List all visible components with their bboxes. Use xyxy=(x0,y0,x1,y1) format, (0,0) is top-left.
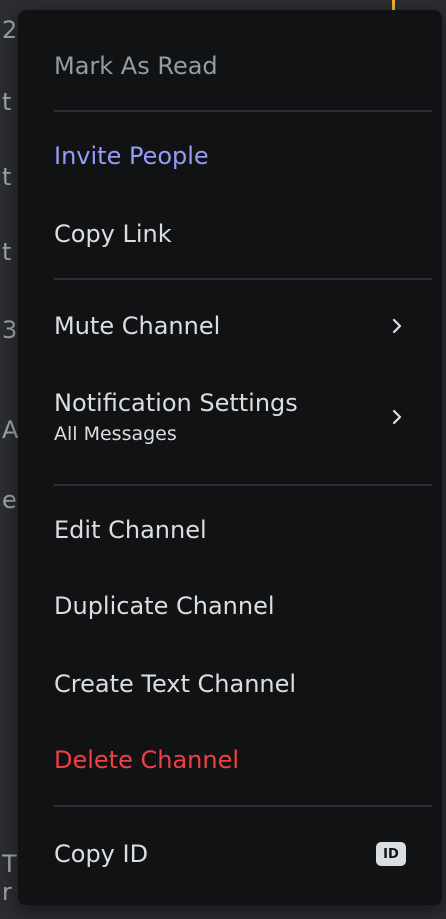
menu-item-text: Notification Settings All Messages xyxy=(54,389,298,445)
menu-item-label: Create Text Channel xyxy=(54,670,297,698)
menu-item-label: Mark As Read xyxy=(54,52,218,80)
id-badge-icon: ID xyxy=(376,842,406,866)
create-text-channel-item[interactable]: Create Text Channel xyxy=(36,652,424,716)
menu-item-label: Delete Channel xyxy=(54,746,240,774)
menu-separator xyxy=(54,278,432,280)
menu-item-label: Invite People xyxy=(54,142,209,170)
menu-item-label: Mute Channel xyxy=(54,312,221,340)
chevron-right-icon xyxy=(388,317,406,335)
notification-settings-item[interactable]: Notification Settings All Messages xyxy=(36,374,424,460)
background-text: T xyxy=(2,850,17,878)
menu-item-sublabel: All Messages xyxy=(54,423,177,445)
background-text: r xyxy=(2,878,12,906)
background-text: t xyxy=(2,88,12,116)
mark-as-read-item[interactable]: Mark As Read xyxy=(36,34,424,98)
background-text: 2 xyxy=(2,16,18,44)
duplicate-channel-item[interactable]: Duplicate Channel xyxy=(36,574,424,638)
background-text: e xyxy=(2,486,17,514)
menu-item-label: Edit Channel xyxy=(54,516,207,544)
menu-item-label: Notification Settings xyxy=(54,389,298,417)
invite-people-item[interactable]: Invite People xyxy=(36,124,424,188)
channel-context-menu: Mark As Read Invite People Copy Link Mut… xyxy=(18,10,442,905)
mute-channel-item[interactable]: Mute Channel xyxy=(36,294,424,358)
background-text: t xyxy=(2,163,12,191)
menu-separator xyxy=(54,805,432,807)
menu-item-label: Copy Link xyxy=(54,220,172,248)
edit-channel-item[interactable]: Edit Channel xyxy=(36,498,424,562)
delete-channel-item[interactable]: Delete Channel xyxy=(36,728,424,792)
menu-separator xyxy=(54,484,432,486)
copy-link-item[interactable]: Copy Link xyxy=(36,202,424,266)
chevron-right-icon xyxy=(388,408,406,426)
menu-item-label: Duplicate Channel xyxy=(54,592,275,620)
background-text: A xyxy=(2,416,19,444)
menu-separator xyxy=(54,110,432,112)
copy-id-item[interactable]: Copy ID ID xyxy=(36,822,424,886)
background-text: 3 xyxy=(2,316,18,344)
menu-item-label: Copy ID xyxy=(54,840,149,868)
background-text: t xyxy=(2,238,12,266)
